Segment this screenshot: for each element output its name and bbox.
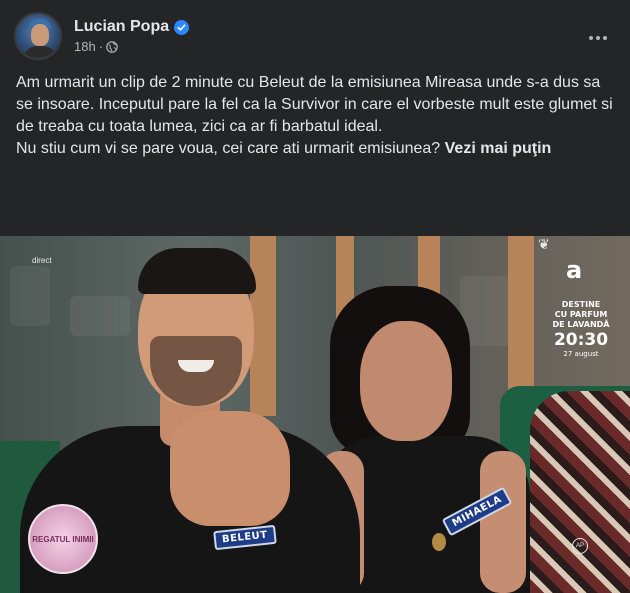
third-person xyxy=(530,391,630,593)
promo-time: 20:30 xyxy=(553,330,609,350)
post-paragraph-1: Am urmarit un clip de 2 minute cu Beleut… xyxy=(16,74,613,135)
post-card: Lucian Popa 18h · Am urmarit un clip de … xyxy=(0,0,630,593)
man-hands xyxy=(170,411,290,526)
post-subline: 18h · xyxy=(74,39,189,54)
ornament-icon: ❦ xyxy=(538,236,550,252)
author-row: Lucian Popa xyxy=(74,18,190,36)
post-paragraph-2-text: Nu stiu cum vi se pare voua, cei care at… xyxy=(16,140,441,157)
wall-stone xyxy=(10,266,50,326)
pendant-necklace xyxy=(432,533,446,551)
author-avatar[interactable] xyxy=(14,12,62,60)
post-meta: Lucian Popa 18h · xyxy=(74,18,190,54)
promo-line-3: DE LAVANDĂ xyxy=(552,320,610,329)
promo-line-1: DESTINE xyxy=(561,300,601,309)
wall-stone xyxy=(70,296,130,336)
man-hair xyxy=(138,248,256,294)
post-video[interactable]: BELEUT MIHAELA direct REGATUL INIMII ❦ a… xyxy=(0,236,630,593)
globe-icon[interactable] xyxy=(106,40,118,53)
verified-badge-icon xyxy=(174,19,190,35)
promo-overlay: DESTINE CU PARFUM DE LAVANDĂ 20:30 27 au… xyxy=(548,300,614,359)
post-paragraph-2: Nu stiu cum vi se pare voua, cei care at… xyxy=(16,138,616,160)
post-text: Am urmarit un clip de 2 minute cu Beleut… xyxy=(16,72,616,160)
promo-date: 27 august xyxy=(563,350,599,358)
show-logo-watermark: REGATUL INIMII xyxy=(28,504,98,574)
separator-dot: · xyxy=(98,39,104,54)
see-less-link[interactable]: Vezi mai puţin xyxy=(445,140,552,157)
more-dot xyxy=(603,36,607,40)
woman-arm xyxy=(480,451,526,593)
live-label: direct xyxy=(32,256,52,265)
channel-logo: a xyxy=(566,256,583,284)
more-options-icon[interactable] xyxy=(580,20,616,56)
post-timestamp[interactable]: 18h xyxy=(74,39,96,54)
woman-face xyxy=(360,321,452,441)
ap-badge: AP xyxy=(572,538,588,554)
wooden-frame xyxy=(508,236,534,396)
more-dot xyxy=(596,36,600,40)
avatar-face xyxy=(31,24,49,46)
post-header: Lucian Popa 18h · xyxy=(14,12,616,60)
more-dot xyxy=(589,36,593,40)
avatar-body xyxy=(23,46,57,58)
promo-line-2: CU PARFUM xyxy=(554,310,608,319)
author-name[interactable]: Lucian Popa xyxy=(74,18,169,36)
